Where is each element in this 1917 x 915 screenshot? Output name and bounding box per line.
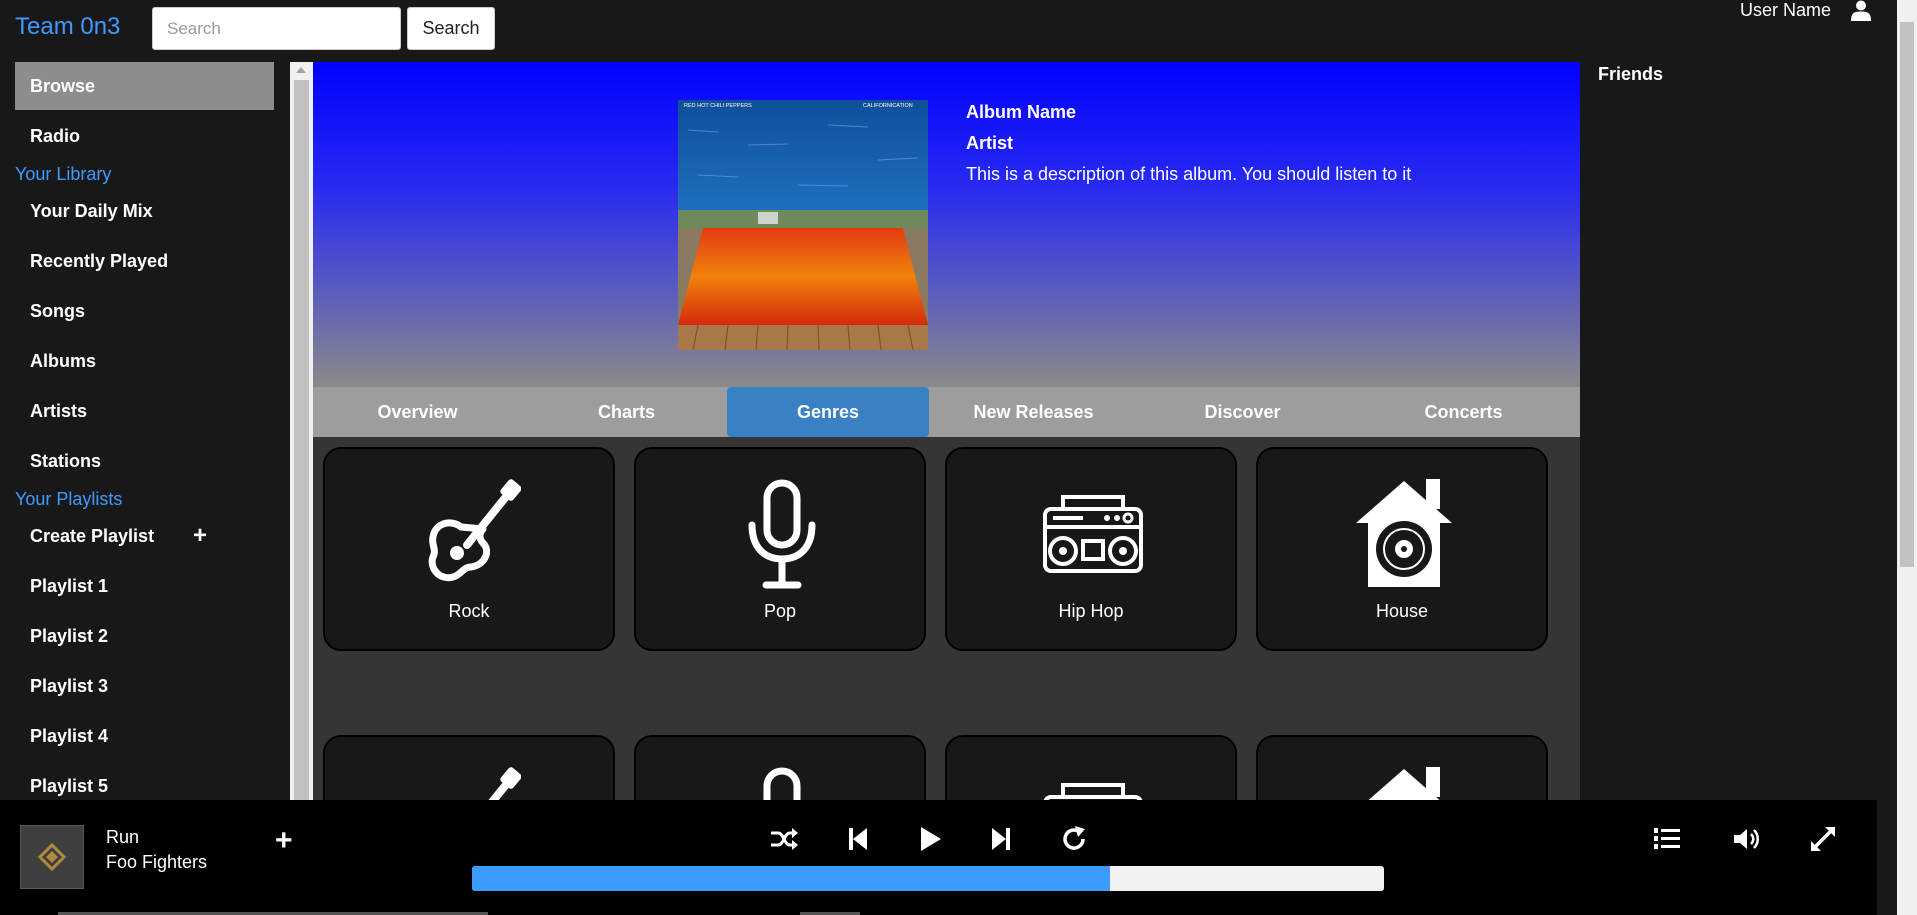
- tab-concerts[interactable]: Concerts: [1347, 387, 1580, 437]
- track-title[interactable]: Run: [106, 827, 139, 848]
- sidebar-item-radio[interactable]: Radio: [15, 112, 274, 160]
- friends-panel: Friends: [1580, 62, 1897, 800]
- tab-new-releases[interactable]: New Releases: [929, 387, 1138, 437]
- sidebar-item-browse[interactable]: Browse: [15, 62, 274, 110]
- sidebar-item-stations[interactable]: Stations: [15, 437, 274, 485]
- create-playlist-label: Create Playlist: [30, 526, 155, 546]
- page-scroll-thumb[interactable]: [1900, 22, 1914, 567]
- genre-card-house[interactable]: House: [1256, 447, 1548, 651]
- sidebar-item-daily-mix[interactable]: Your Daily Mix: [15, 187, 274, 235]
- player-edge: [1877, 800, 1897, 915]
- search-button[interactable]: Search: [407, 7, 495, 50]
- track-artist[interactable]: Foo Fighters: [106, 852, 207, 873]
- genre-card-house[interactable]: House: [1256, 735, 1548, 800]
- tab-discover[interactable]: Discover: [1138, 387, 1347, 437]
- boombox-icon: [1043, 783, 1143, 800]
- friends-title: Friends: [1598, 64, 1664, 84]
- genre-card-pop[interactable]: Pop: [634, 447, 926, 651]
- user-name[interactable]: User Name: [1740, 0, 1831, 21]
- search-input[interactable]: [152, 7, 401, 50]
- album-cover-image[interactable]: RED HOT CHILI PEPPERS CALIFORNICATION: [678, 100, 928, 350]
- cover-band-text: RED HOT CHILI PEPPERS: [684, 103, 752, 109]
- genre-card-pop[interactable]: Pop: [634, 735, 926, 800]
- house-record-icon: [1356, 479, 1452, 587]
- genre-label: Pop: [763, 601, 797, 621]
- create-playlist-button[interactable]: Create Playlist +: [15, 512, 274, 560]
- sidebar-item-recently-played[interactable]: Recently Played: [15, 237, 274, 285]
- genre-card-hip-hop[interactable]: Hip Hop: [945, 735, 1237, 800]
- sidebar-item-playlist-4[interactable]: Playlist 4: [15, 712, 274, 760]
- microphone-icon: [748, 479, 816, 589]
- user-icon[interactable]: [1850, 0, 1872, 22]
- tab-genres[interactable]: Genres: [727, 387, 929, 437]
- next-icon[interactable]: [986, 824, 1016, 854]
- sidebar-item-playlist-5[interactable]: Playlist 5: [15, 762, 274, 800]
- sidebar-item-albums[interactable]: Albums: [15, 337, 274, 385]
- main-scrollbar[interactable]: [290, 62, 313, 800]
- main-scroll-thumb[interactable]: [294, 80, 309, 800]
- album-hero: RED HOT CHILI PEPPERS CALIFORNICATION Al…: [313, 62, 1580, 387]
- progress-bar[interactable]: [472, 866, 1384, 891]
- now-playing-cover[interactable]: [20, 825, 84, 889]
- plus-icon[interactable]: +: [193, 512, 207, 560]
- repeat-icon[interactable]: [1059, 824, 1089, 854]
- sidebar-item-playlist-1[interactable]: Playlist 1: [15, 562, 274, 610]
- genre-label: House: [1375, 601, 1429, 621]
- cover-album-text: CALIFORNICATION: [863, 103, 913, 109]
- page-scrollbar[interactable]: [1897, 0, 1917, 915]
- genre-card-hip-hop[interactable]: Hip Hop: [945, 447, 1237, 651]
- shuffle-icon[interactable]: [769, 824, 799, 854]
- house-record-icon: [1368, 767, 1440, 800]
- play-icon[interactable]: [914, 824, 944, 854]
- genre-label: Hip Hop: [1058, 601, 1124, 621]
- queue-icon[interactable]: [1652, 824, 1682, 854]
- genre-card-rock[interactable]: Rock: [323, 735, 615, 800]
- tab-overview[interactable]: Overview: [313, 387, 522, 437]
- progress-fill: [472, 866, 1111, 891]
- browse-tabs: Overview Charts Genres New Releases Disc…: [313, 387, 1580, 437]
- sidebar-item-playlist-2[interactable]: Playlist 2: [15, 612, 274, 660]
- boombox-icon: [1043, 495, 1143, 573]
- scroll-up-arrow-icon[interactable]: [296, 67, 306, 73]
- player-bar: Run Foo Fighters +: [0, 800, 1877, 915]
- album-artist[interactable]: Artist: [966, 133, 1013, 154]
- sidebar: Browse Radio Your Library Your Daily Mix…: [0, 62, 290, 800]
- guitar-icon: [428, 479, 521, 582]
- microphone-icon: [763, 767, 801, 800]
- add-to-playlist-icon[interactable]: +: [275, 824, 293, 858]
- album-description: This is a description of this album. You…: [966, 164, 1412, 184]
- brand-logo[interactable]: Team 0n3: [15, 13, 120, 41]
- volume-icon[interactable]: [1731, 824, 1761, 854]
- main-content: RED HOT CHILI PEPPERS CALIFORNICATION Al…: [313, 62, 1580, 800]
- top-bar: Team 0n3 Search User Name: [0, 0, 1917, 62]
- playlists-heading: Your Playlists: [15, 489, 123, 509]
- previous-icon[interactable]: [843, 824, 873, 854]
- album-name: Album Name: [966, 102, 1077, 122]
- guitar-icon: [488, 767, 521, 800]
- sidebar-item-songs[interactable]: Songs: [15, 287, 274, 335]
- genre-card-rock[interactable]: Rock: [323, 447, 615, 651]
- sidebar-item-artists[interactable]: Artists: [15, 387, 274, 435]
- tab-charts[interactable]: Charts: [522, 387, 731, 437]
- genre-label: Rock: [448, 601, 490, 621]
- library-heading: Your Library: [15, 164, 112, 184]
- fullscreen-icon[interactable]: [1808, 824, 1838, 854]
- sidebar-item-playlist-3[interactable]: Playlist 3: [15, 662, 274, 710]
